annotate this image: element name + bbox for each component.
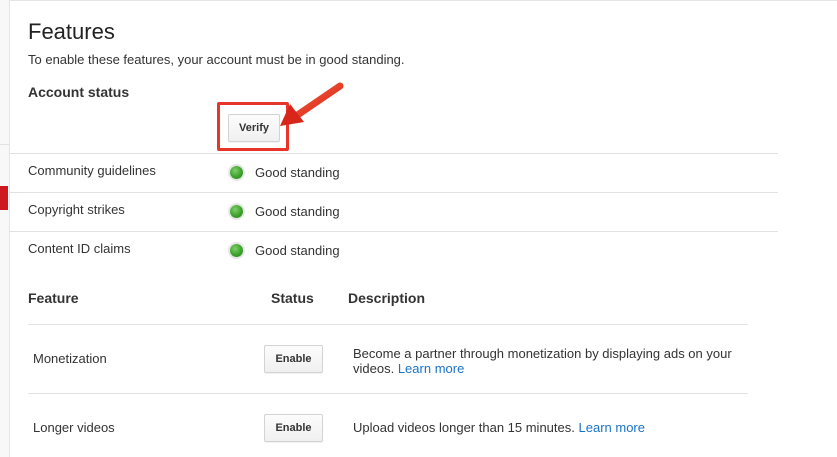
sidebar-active-marker — [0, 186, 8, 210]
monetization-learn-more-link[interactable]: Learn more — [398, 361, 464, 376]
account-status-heading: Account status — [28, 84, 130, 100]
community-guidelines-label: Community guidelines — [28, 163, 156, 178]
longer-videos-description: Upload videos longer than 15 minutes. Le… — [353, 420, 753, 435]
enable-longer-videos-button[interactable]: Enable — [264, 414, 323, 442]
left-sidebar-rail — [0, 0, 10, 457]
row-divider — [9, 192, 778, 193]
feature-name-longer-videos: Longer videos — [33, 420, 115, 435]
good-standing-status-icon — [230, 205, 243, 218]
content-id-claims-label: Content ID claims — [28, 241, 131, 256]
section-divider — [9, 153, 778, 154]
feature-name-monetization: Monetization — [33, 351, 107, 366]
good-standing-status-icon — [230, 244, 243, 257]
monetization-description: Become a partner through monetization by… — [353, 346, 753, 376]
copyright-strikes-label: Copyright strikes — [28, 202, 125, 217]
good-standing-status-icon — [230, 166, 243, 179]
longer-videos-description-text: Upload videos longer than 15 minutes. — [353, 420, 575, 435]
community-guidelines-status: Good standing — [255, 165, 340, 180]
enable-monetization-button[interactable]: Enable — [264, 345, 323, 373]
pointer-arrow-icon — [280, 82, 344, 126]
table-row-divider — [28, 393, 748, 394]
table-header-divider — [28, 324, 748, 325]
top-border — [9, 0, 837, 1]
row-divider — [9, 231, 778, 232]
description-column-header: Description — [348, 290, 426, 306]
longer-videos-learn-more-link[interactable]: Learn more — [579, 420, 645, 435]
feature-column-header: Feature — [28, 290, 79, 306]
copyright-strikes-status: Good standing — [255, 204, 340, 219]
page-title: Features — [28, 19, 115, 44]
page-subtitle: To enable these features, your account m… — [28, 52, 405, 67]
content-id-claims-status: Good standing — [255, 243, 340, 258]
sidebar-divider — [0, 144, 9, 145]
status-column-header: Status — [271, 290, 314, 306]
